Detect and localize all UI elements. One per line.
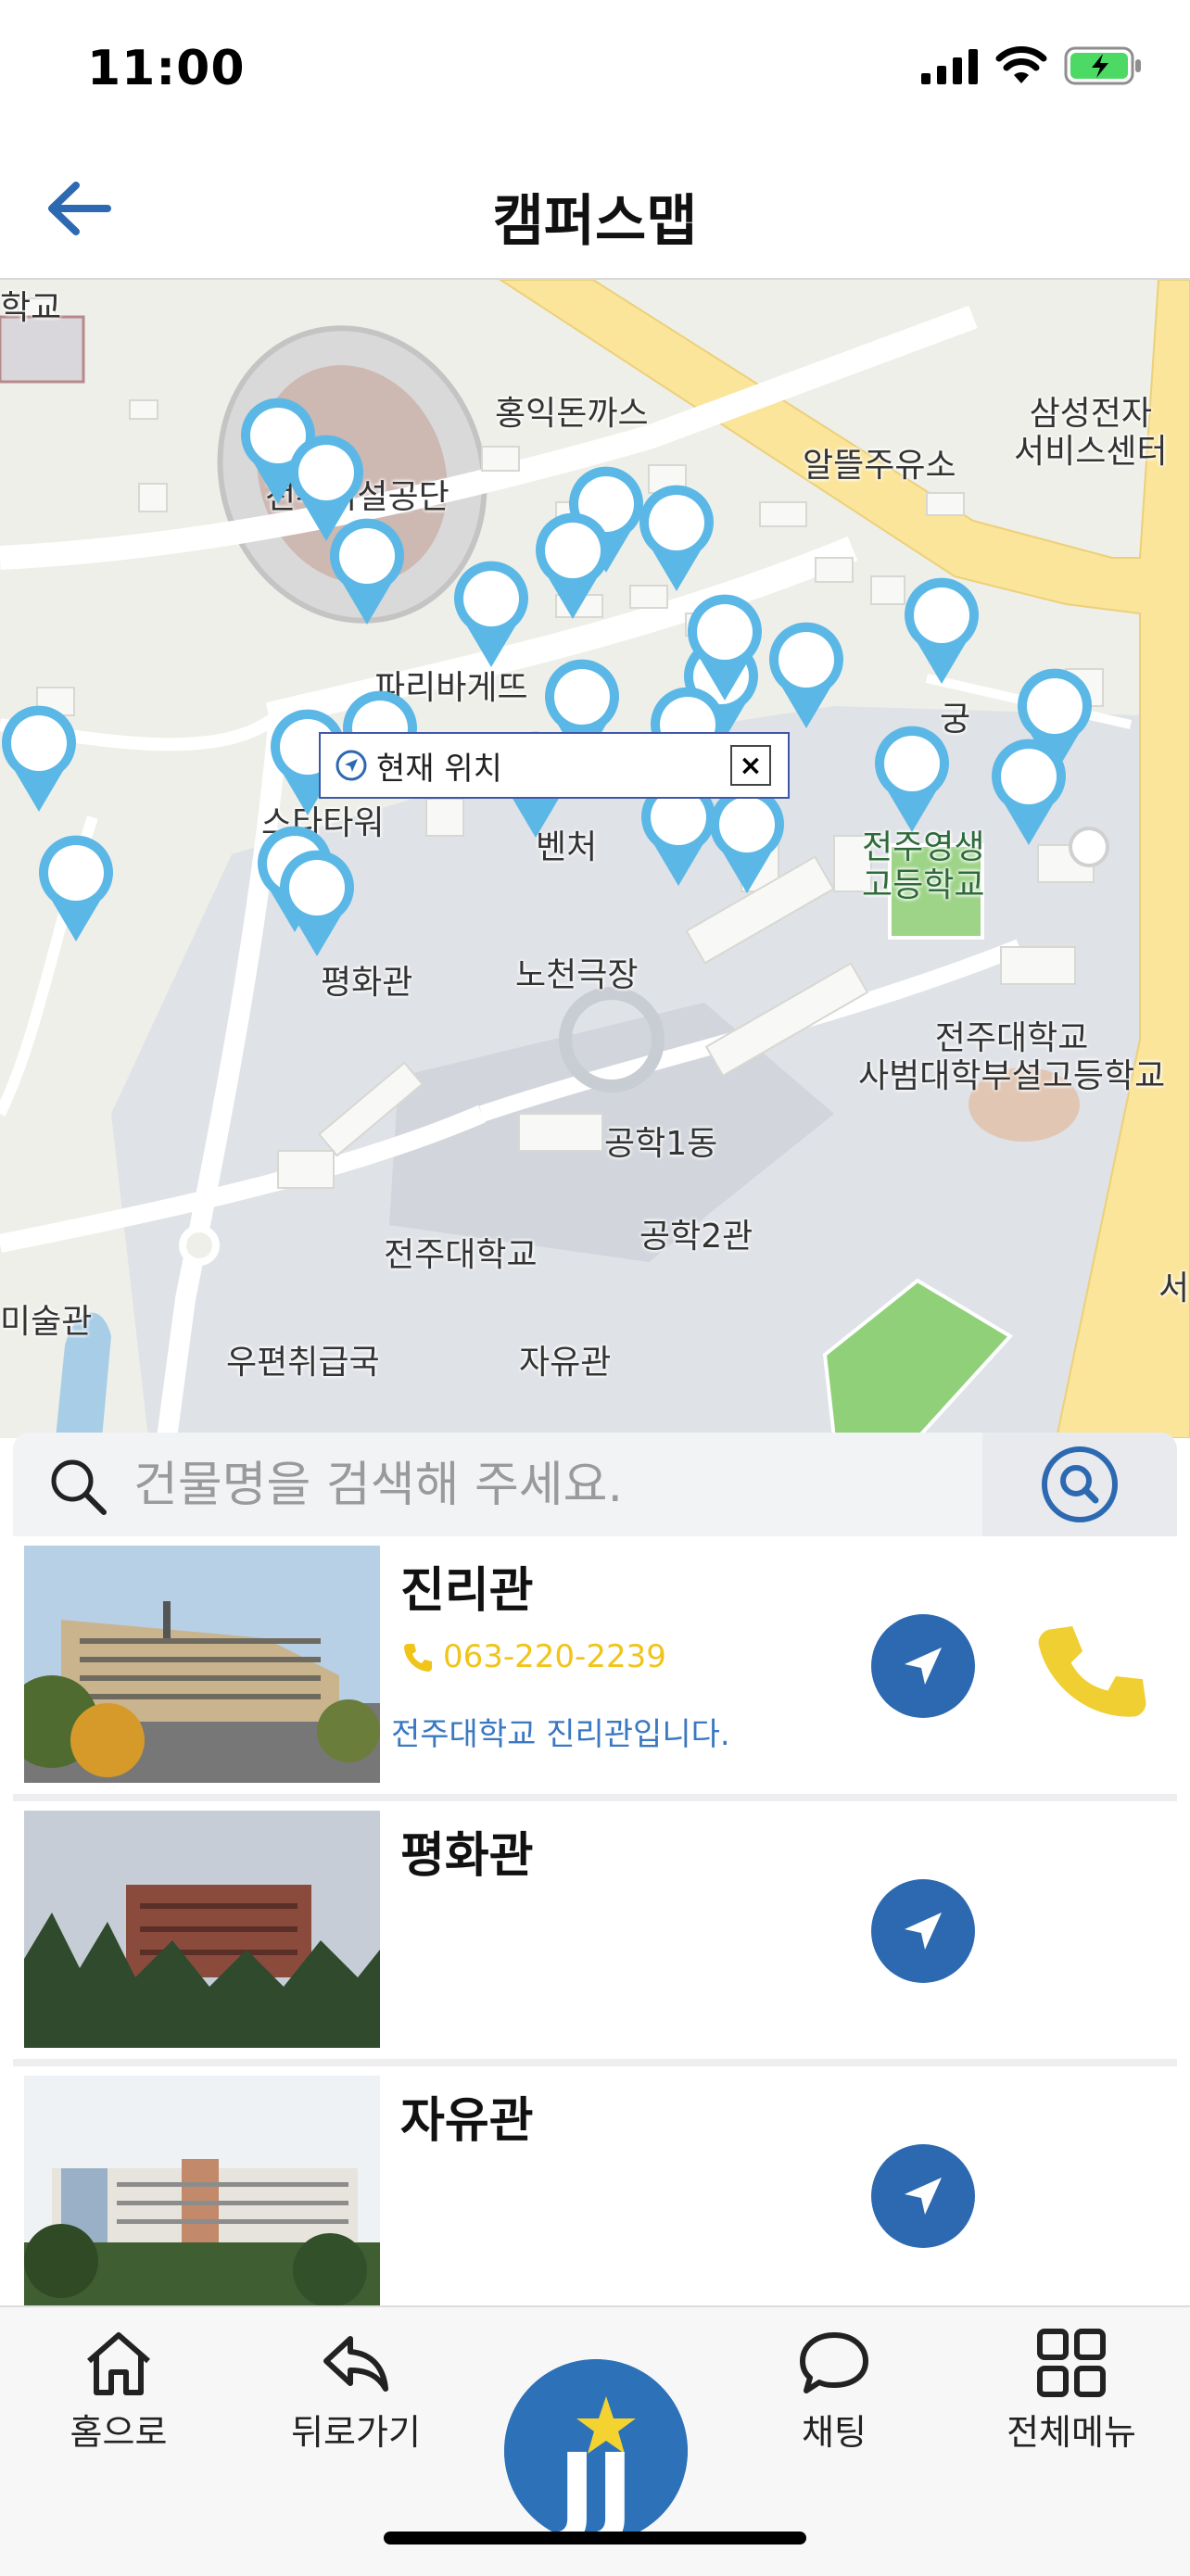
search-bar — [13, 1433, 1177, 1536]
map-pin-icon[interactable] — [278, 849, 356, 958]
phone-number: 063-220-2239 — [443, 1638, 666, 1675]
battery-icon — [1064, 46, 1141, 85]
tab-label: 채팅 — [802, 2412, 867, 2453]
phone-icon — [404, 1644, 432, 1672]
map-label: 공학1동 — [604, 1125, 718, 1163]
chat-icon — [800, 2332, 868, 2393]
map-pin-icon[interactable] — [903, 576, 981, 686]
search-input[interactable] — [132, 1449, 969, 1522]
building-photo — [24, 2076, 380, 2305]
status-time: 11:00 — [87, 41, 246, 96]
building-name: 진리관 — [400, 1563, 534, 1619]
status-bar: 11:00 — [0, 0, 1190, 139]
list-item[interactable]: 평화관 — [13, 1801, 1177, 2059]
map-label: 미술관 — [0, 1303, 93, 1341]
building-photo — [24, 1546, 380, 1783]
map-label: 평화관 — [321, 964, 413, 1002]
tab-home[interactable]: 홈으로 — [26, 2328, 211, 2455]
reply-icon — [323, 2336, 388, 2392]
building-photo — [24, 1811, 380, 2048]
map-pin-icon[interactable] — [37, 834, 115, 943]
status-icons — [921, 46, 1144, 85]
list-item[interactable]: 자유관 — [13, 2066, 1177, 2305]
search-button[interactable] — [982, 1433, 1177, 1536]
map-label: 학교 — [0, 289, 62, 327]
map-label: 서 — [1158, 1269, 1190, 1307]
map-pin-icon[interactable] — [638, 484, 715, 593]
map-label: 노천극장 — [515, 956, 639, 994]
building-phone[interactable]: 063-220-2239 — [402, 1638, 666, 1675]
call-button[interactable] — [1027, 1605, 1157, 1735]
building-name: 평화관 — [400, 1828, 534, 1884]
map-label: 알뜰주유소 — [803, 447, 956, 485]
map-pin-icon[interactable] — [990, 738, 1068, 847]
map-label: 공학2관 — [639, 1218, 753, 1256]
close-icon: × — [739, 749, 763, 782]
app-header: 캠퍼스맵 — [0, 139, 1190, 280]
search-icon — [51, 1459, 107, 1515]
map-label: 삼성전자 서비스센터 — [1014, 395, 1168, 472]
building-list[interactable]: 진리관 063-220-2239 전주대학교 진리관입니다. 평화관 자유관 — [13, 1536, 1177, 2305]
tab-label: 홈으로 — [70, 2412, 168, 2453]
map-label: 전주영생 고등학교 — [862, 828, 985, 905]
location-arrow-icon — [905, 1913, 942, 1950]
current-location-popup[interactable]: 현재 위치 × — [319, 732, 790, 799]
map-pin-icon[interactable] — [873, 725, 951, 834]
map-label: 전주대학교 사범대학부설고등학교 — [858, 1019, 1166, 1096]
grid-icon — [1037, 2329, 1106, 2397]
map-label: 자유관 — [519, 1344, 612, 1382]
campus-map[interactable]: 학교 홍익돈까스 알뜰주유소 삼성전자 서비스센터 전주시설공단 파리바게뜨 궁… — [0, 280, 1190, 1438]
location-arrow-icon — [335, 750, 367, 781]
page-title: 캠퍼스맵 — [492, 189, 698, 254]
phone-icon — [1038, 1626, 1146, 1717]
home-icon — [87, 2332, 150, 2395]
navigate-button[interactable] — [871, 1614, 975, 1718]
list-item[interactable]: 진리관 063-220-2239 전주대학교 진리관입니다. — [13, 1536, 1177, 1794]
location-arrow-icon — [905, 1648, 942, 1685]
signal-icon — [921, 49, 978, 84]
logo-icon: JJ — [504, 2359, 688, 2543]
navigate-button[interactable] — [871, 2144, 975, 2248]
current-location-label: 현재 위치 — [376, 750, 502, 788]
map-pin-icon[interactable] — [767, 621, 845, 730]
home-indicator — [384, 2532, 806, 2544]
map-label: 홍익돈까스 — [495, 395, 649, 433]
search-icon — [1042, 1446, 1118, 1522]
app-logo-button[interactable]: JJ — [504, 2359, 688, 2543]
map-pin-icon[interactable] — [708, 786, 786, 895]
map-pin-icon[interactable] — [452, 560, 530, 669]
logo-text: JJ — [551, 2431, 634, 2543]
map-pin-icon[interactable] — [534, 511, 612, 621]
location-arrow-icon — [905, 2178, 942, 2215]
map-pin-icon[interactable] — [0, 704, 78, 814]
map-label: 전주대학교 — [384, 1236, 538, 1274]
building-name: 자유관 — [400, 2093, 534, 2149]
close-popup-button[interactable]: × — [730, 745, 771, 786]
tab-back[interactable]: 뒤로가기 — [263, 2328, 449, 2455]
navigate-button[interactable] — [871, 1879, 975, 1983]
building-description: 전주대학교 진리관입니다. — [391, 1716, 730, 1753]
tab-chat[interactable]: 채팅 — [741, 2328, 927, 2455]
map-label: 우편취급국 — [226, 1344, 380, 1382]
tab-label: 뒤로가기 — [291, 2412, 421, 2453]
map-pin-icon[interactable] — [328, 517, 406, 626]
tab-label: 전체메뉴 — [1006, 2412, 1136, 2453]
wifi-icon — [995, 46, 1047, 83]
tab-menu[interactable]: 전체메뉴 — [979, 2328, 1164, 2455]
